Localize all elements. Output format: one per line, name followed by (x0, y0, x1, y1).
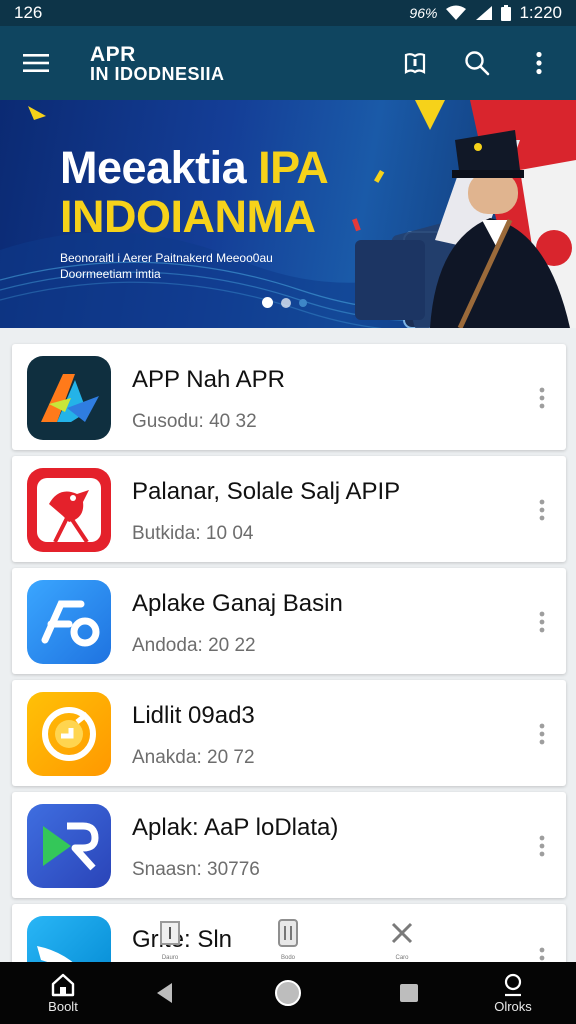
item-more-button[interactable] (528, 828, 556, 864)
menu-button[interactable] (0, 26, 72, 100)
app-logo[interactable]: APR IN IDODNESIIA (90, 44, 225, 83)
play-r-icon (27, 804, 111, 888)
logo-line-1: APR (90, 42, 136, 66)
app-list-item[interactable]: APP Nah APR Gusodu: 40 32 (12, 344, 566, 450)
menu-icon (23, 53, 49, 73)
app-name: Palanar, Solale Salj APIP (132, 478, 401, 505)
banner-title-part1: Meeaktia (60, 142, 259, 193)
overflow-menu-button[interactable] (508, 26, 570, 100)
bookmark-button[interactable] (384, 26, 446, 100)
status-right-group: 96% 1:220 (409, 3, 562, 23)
battery-percent: 96% (409, 5, 438, 21)
battery-icon (501, 5, 512, 21)
carousel-indicator (262, 297, 307, 308)
book-icon (403, 51, 427, 75)
carousel-dot-3[interactable] (299, 298, 307, 307)
nav-back-button[interactable] (140, 962, 190, 1024)
app-meta: Snaasn: 30776 (132, 859, 260, 880)
floating-toolbar: Dauro Bodo Caro (150, 918, 430, 962)
app-bar-actions (384, 26, 570, 100)
more-vert-icon (539, 499, 545, 521)
app-name: Aplak: AaP loDlata) (132, 814, 339, 841)
item-more-button[interactable] (528, 604, 556, 640)
app-bar: APR IN IDODNESIIA (0, 26, 576, 100)
app-list-item[interactable]: Aplak: AaP loDlata) Snaasn: 30776 (12, 792, 566, 898)
app-name: Lidlit 09ad3 (132, 702, 255, 729)
carousel-dot-1[interactable] (262, 297, 273, 308)
app-list-item[interactable]: Aplake Ganaj Basin Andoda: 20 22 (12, 568, 566, 674)
app-meta: Andoda: 20 22 (132, 635, 256, 656)
search-button[interactable] (446, 26, 508, 100)
app-name: Aplake Ganaj Basin (132, 590, 343, 617)
item-more-button[interactable] (528, 716, 556, 752)
bird-flag-icon (27, 468, 111, 552)
wifi-icon (445, 5, 467, 21)
person-icon (501, 973, 525, 997)
banner-title-line2: INDOIANMA (60, 190, 316, 242)
banner-title-part2: IPA (258, 142, 329, 193)
toolbar-ticket-caption: Dauro (161, 955, 179, 961)
banner-subtitle-line1: Beonoraitl i Aerer Paitnakerd Meeoo0au (60, 251, 273, 265)
item-more-button[interactable] (528, 492, 556, 528)
toolbar-document-caption: Bodo (280, 955, 295, 961)
more-vert-icon (535, 51, 543, 75)
app-list-item[interactable]: Palanar, Solale Salj APIP Butkida: 10 04 (12, 456, 566, 562)
item-more-button[interactable] (528, 380, 556, 416)
nav-home-label: Boolt (48, 998, 78, 1014)
status-left-text: 126 (14, 3, 43, 22)
nav-home-button[interactable]: Boolt (30, 962, 96, 1024)
abstract-a-icon (27, 356, 111, 440)
circle-home-icon (273, 978, 303, 1008)
app-meta: Gusodu: 40 32 (132, 411, 257, 432)
toolbar-close-caption: Caro (395, 955, 409, 961)
app-list: APP Nah APR Gusodu: 40 32 Palanar, Solal… (12, 344, 566, 1016)
app-meta: Anakda: 20 72 (132, 747, 255, 768)
back-icon (154, 981, 176, 1005)
carousel-dot-2[interactable] (281, 297, 291, 308)
search-icon (464, 50, 490, 76)
status-time: 1:220 (519, 3, 562, 22)
toolbar-ticket-button[interactable]: Dauro (150, 918, 190, 961)
nav-recents-button[interactable] (384, 962, 434, 1024)
g-circle-icon (27, 692, 111, 776)
home-icon (50, 973, 76, 997)
promo-banner[interactable]: Meeaktia IPA INDOIANMA Beonoraitl i Aere… (0, 100, 576, 328)
more-vert-icon (539, 387, 545, 409)
nav-profile-label: Olroks (494, 998, 532, 1014)
logo-line-2: IN IDODNESIIA (90, 63, 225, 84)
nav-profile-button[interactable]: Olroks (480, 962, 546, 1024)
close-icon (389, 918, 415, 948)
status-bar: 126 96% 1:220 (0, 0, 576, 26)
bottom-navigation: Boolt Olroks (0, 962, 576, 1024)
toolbar-close-button[interactable]: Caro (382, 918, 422, 961)
banner-subtitle: Beonoraitl i Aerer Paitnakerd Meeoo0au D… (60, 250, 273, 282)
app-screen: 126 96% 1:220 APR IN IDODNESIIA Meeaktia… (0, 0, 576, 1024)
app-meta: Butkida: 10 04 (132, 523, 254, 544)
toolbar-document-button[interactable]: Bodo (268, 918, 308, 961)
banner-title: Meeaktia IPA INDOIANMA (60, 142, 329, 242)
ticket-icon (157, 918, 183, 948)
banner-subtitle-line2: Doormeetiam imtia (60, 267, 161, 282)
fo-logo-icon (27, 580, 111, 664)
more-vert-icon (539, 723, 545, 745)
document-icon (275, 918, 301, 948)
more-vert-icon (539, 611, 545, 633)
app-list-item[interactable]: Lidlit 09ad3 Anakda: 20 72 (12, 680, 566, 786)
square-recent-icon (398, 982, 420, 1004)
signal-icon (475, 5, 493, 21)
more-vert-icon (539, 835, 545, 857)
app-name: APP Nah APR (132, 366, 285, 393)
nav-circle-home-button[interactable] (262, 962, 314, 1024)
